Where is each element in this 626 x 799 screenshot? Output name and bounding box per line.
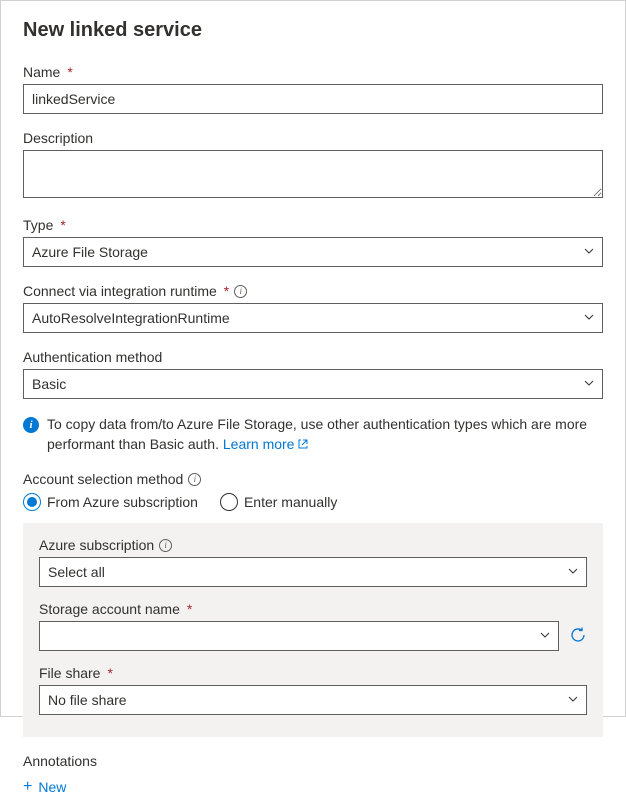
radio-enter-manually[interactable]: Enter manually xyxy=(220,493,337,511)
name-field-group: Name* xyxy=(23,64,603,114)
radio-label: From Azure subscription xyxy=(47,494,198,510)
auth-method-label: Authentication method xyxy=(23,349,603,365)
account-selection-label: Account selection method i xyxy=(23,471,603,487)
info-icon[interactable]: i xyxy=(159,539,172,552)
azure-subscription-label: Azure subscription i xyxy=(39,537,587,553)
required-indicator: * xyxy=(67,64,72,80)
account-selection-radio-group: From Azure subscription Enter manually xyxy=(23,493,603,511)
refresh-icon[interactable] xyxy=(569,626,587,647)
storage-account-select[interactable] xyxy=(39,621,559,651)
description-field-group: Description xyxy=(23,130,603,201)
info-filled-icon: i xyxy=(23,417,39,433)
external-link-icon xyxy=(297,436,309,456)
type-label: Type* xyxy=(23,217,603,233)
learn-more-link[interactable]: Learn more xyxy=(223,436,310,452)
auth-method-field-group: Authentication method Basic xyxy=(23,349,603,399)
runtime-field-group: Connect via integration runtime* i AutoR… xyxy=(23,283,603,333)
storage-account-field-group: Storage account name* xyxy=(39,601,587,651)
radio-label: Enter manually xyxy=(244,494,337,510)
type-select[interactable]: Azure File Storage xyxy=(23,237,603,267)
azure-subscription-field-group: Azure subscription i Select all xyxy=(39,537,587,587)
info-bar: i To copy data from/to Azure File Storag… xyxy=(23,415,603,455)
account-selection-field-group: Account selection method i From Azure su… xyxy=(23,471,603,511)
radio-button-icon xyxy=(23,493,41,511)
new-annotation-button[interactable]: + New xyxy=(23,775,66,799)
page-title: New linked service xyxy=(23,19,603,42)
description-input[interactable] xyxy=(23,150,603,198)
storage-account-label: Storage account name* xyxy=(39,601,587,617)
new-button-label: New xyxy=(38,779,66,795)
type-field-group: Type* Azure File Storage xyxy=(23,217,603,267)
file-share-label: File share* xyxy=(39,665,587,681)
required-indicator: * xyxy=(224,283,229,299)
file-share-field-group: File share* No file share xyxy=(39,665,587,715)
annotations-field-group: Annotations + New xyxy=(23,753,603,799)
annotations-label: Annotations xyxy=(23,753,603,769)
required-indicator: * xyxy=(187,601,192,617)
plus-icon: + xyxy=(23,779,32,795)
subscription-panel: Azure subscription i Select all Storage … xyxy=(23,523,603,737)
auth-method-select[interactable]: Basic xyxy=(23,369,603,399)
description-label: Description xyxy=(23,130,603,146)
name-input[interactable] xyxy=(23,84,603,114)
info-icon[interactable]: i xyxy=(234,285,247,298)
radio-from-subscription[interactable]: From Azure subscription xyxy=(23,493,198,511)
info-bar-text: To copy data from/to Azure File Storage,… xyxy=(47,415,603,455)
file-share-select[interactable]: No file share xyxy=(39,685,587,715)
radio-button-icon xyxy=(220,493,238,511)
required-indicator: * xyxy=(60,217,65,233)
name-label: Name* xyxy=(23,64,603,80)
runtime-select[interactable]: AutoResolveIntegrationRuntime xyxy=(23,303,603,333)
runtime-label: Connect via integration runtime* i xyxy=(23,283,603,299)
azure-subscription-select[interactable]: Select all xyxy=(39,557,587,587)
required-indicator: * xyxy=(107,665,112,681)
info-icon[interactable]: i xyxy=(188,473,201,486)
